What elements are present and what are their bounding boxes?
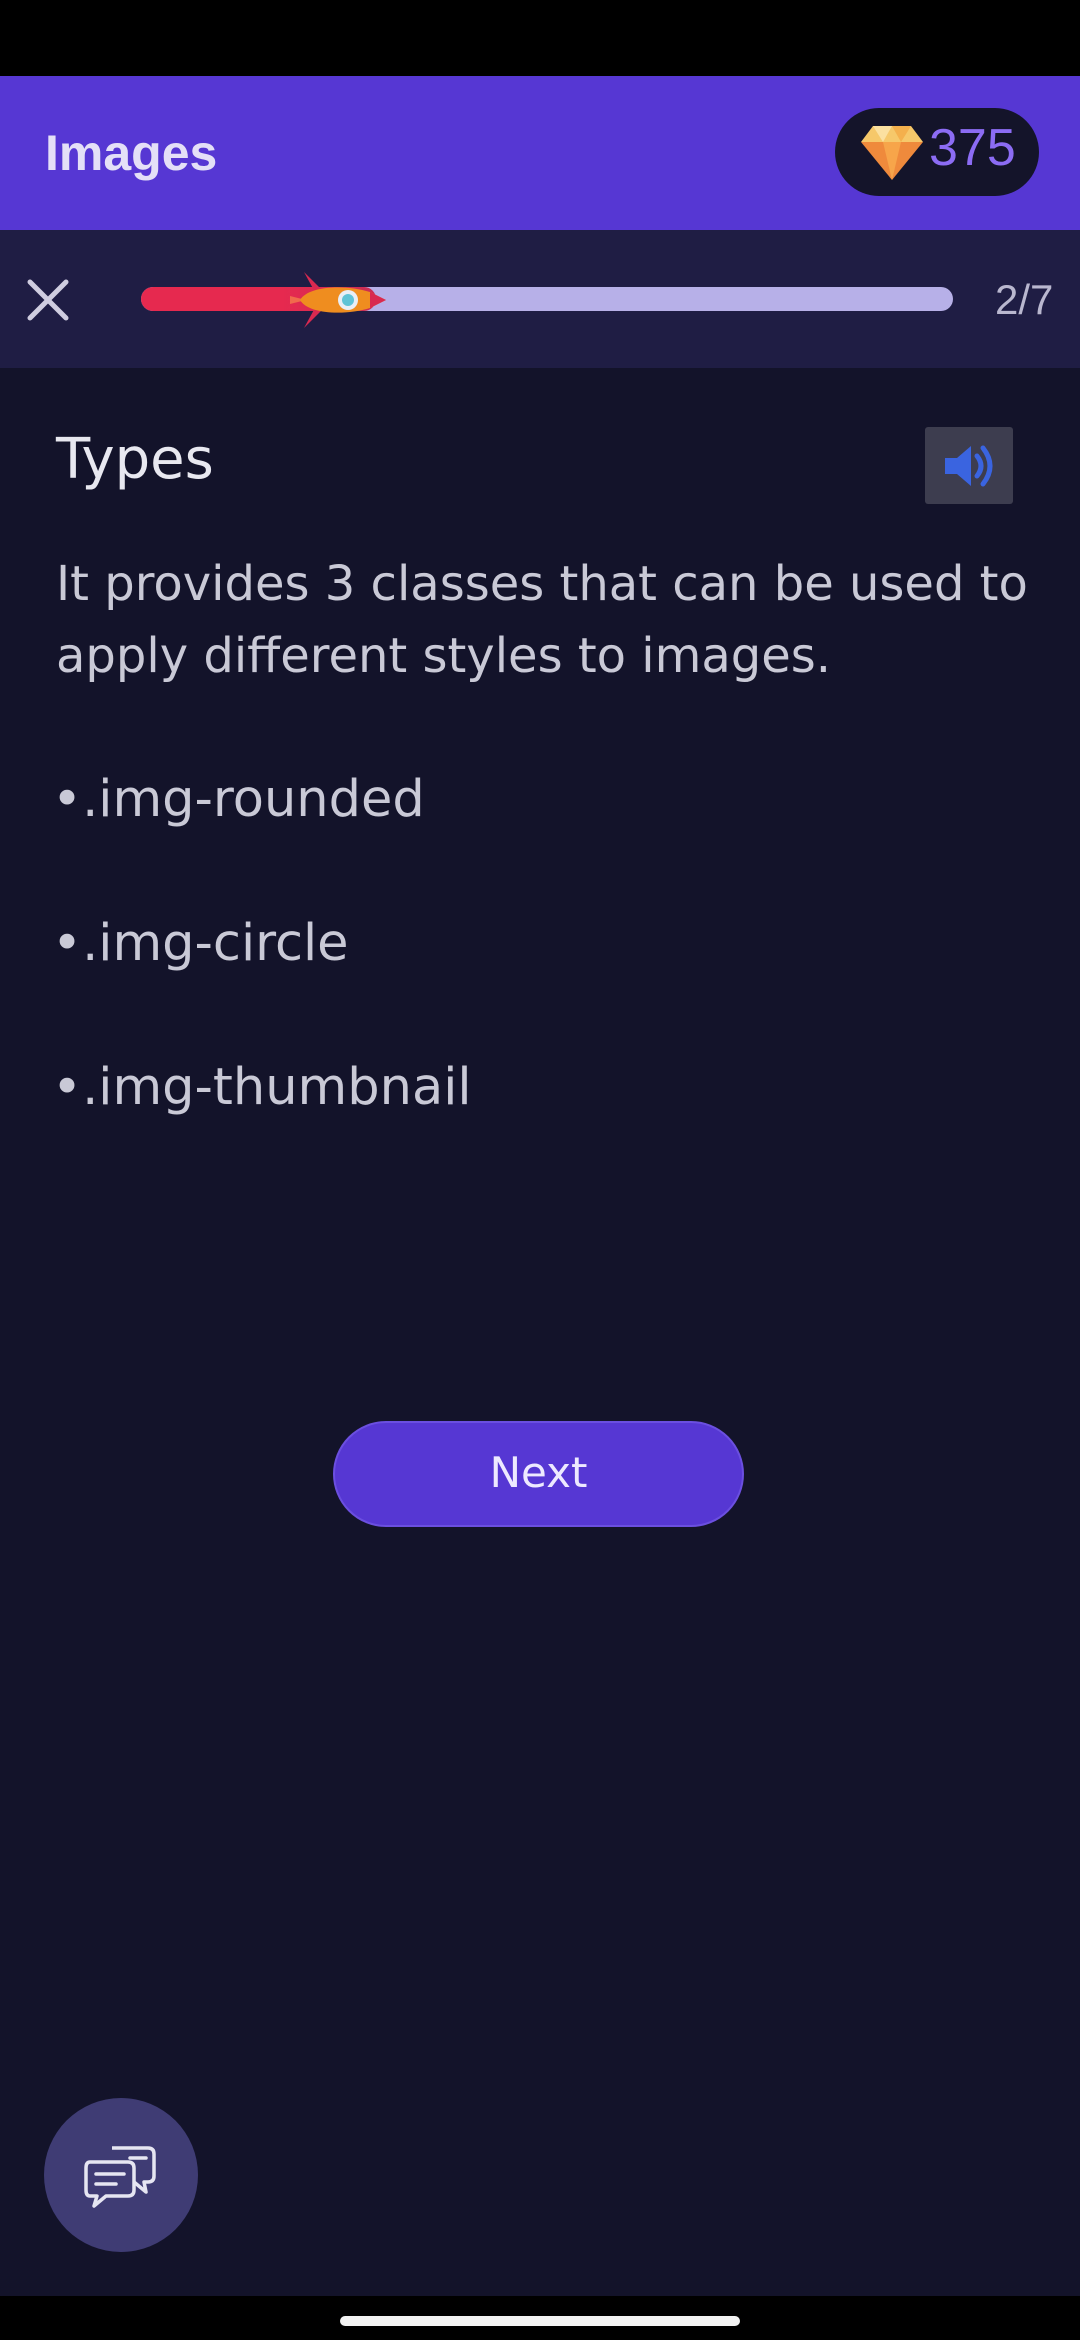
chat-button[interactable] bbox=[44, 2098, 198, 2252]
home-indicator[interactable] bbox=[340, 2316, 740, 2326]
status-bar bbox=[0, 0, 1080, 76]
lesson-body: It provides 3 classes that can be used t… bbox=[56, 556, 1028, 684]
next-button[interactable]: Next bbox=[333, 1421, 744, 1527]
navigation-bar bbox=[0, 2296, 1080, 2340]
progress-count: 2/7 bbox=[995, 276, 1054, 323]
chat-bubbles-icon bbox=[84, 2146, 156, 2208]
gem-counter[interactable]: 375 bbox=[835, 108, 1039, 196]
speaker-icon bbox=[945, 445, 993, 487]
sound-button[interactable] bbox=[925, 427, 1013, 504]
rocket-icon bbox=[290, 272, 386, 328]
progress-bar bbox=[141, 287, 953, 311]
close-icon[interactable] bbox=[18, 270, 78, 330]
bullet-item: •.img-thumbnail bbox=[52, 1058, 472, 1117]
lesson-title: Types bbox=[56, 427, 214, 492]
bullet-item: •.img-rounded bbox=[52, 770, 425, 829]
progress-row: 2/7 bbox=[0, 230, 1080, 368]
diamond-icon bbox=[861, 126, 923, 180]
page-title: Images bbox=[45, 125, 218, 181]
bullet-item: •.img-circle bbox=[52, 914, 349, 973]
lesson-screen: Images 375 2/7 Types It provides 3 class… bbox=[0, 0, 1080, 2340]
gem-count: 375 bbox=[929, 119, 1016, 177]
app-bar: Images 375 bbox=[0, 76, 1080, 230]
